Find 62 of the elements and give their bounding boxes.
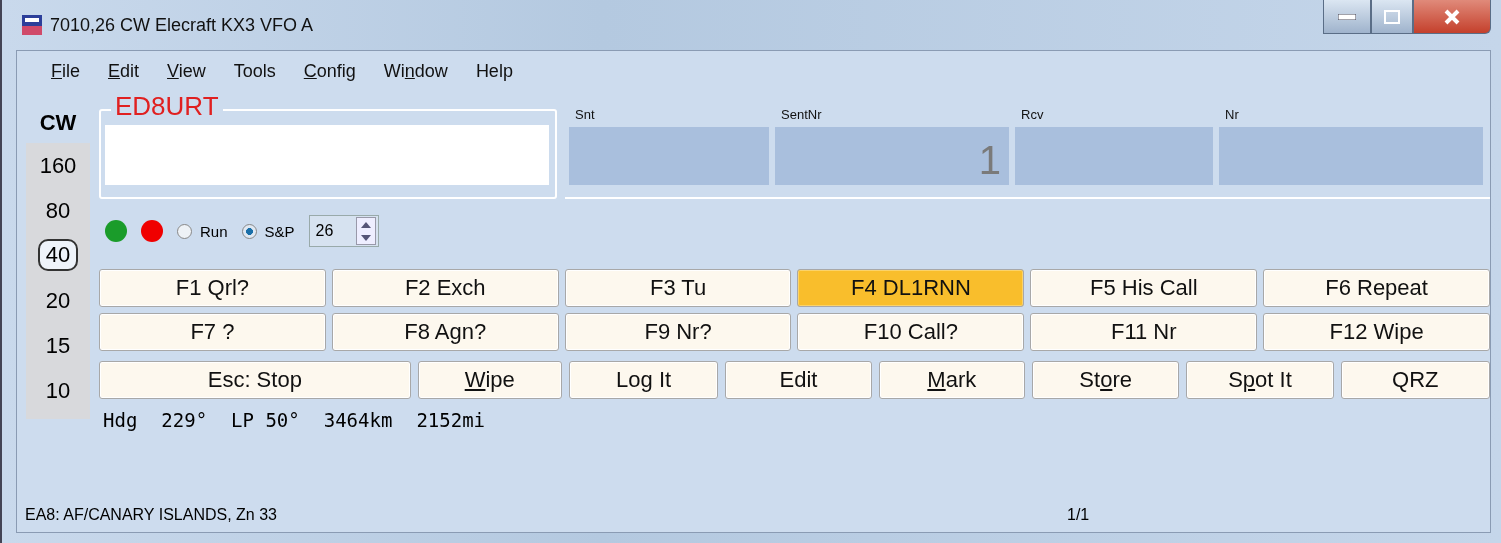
- info-text: LP 50°: [231, 409, 300, 431]
- function-key-button[interactable]: F6 Repeat: [1263, 269, 1490, 307]
- menu-item[interactable]: Edit: [94, 60, 154, 82]
- action-button[interactable]: Spot It: [1186, 361, 1334, 399]
- function-key-button[interactable]: F2 Exch: [331, 269, 559, 307]
- window-title: 7010,26 CW Elecraft KX3 VFO A: [50, 14, 314, 36]
- app-logo-icon: [22, 15, 42, 35]
- info-text: 2152mi: [416, 409, 485, 431]
- info-text: Hdg: [103, 409, 138, 431]
- minimize-icon: [1338, 13, 1356, 20]
- action-button[interactable]: QRZ: [1340, 361, 1490, 399]
- exchange-field[interactable]: [569, 127, 769, 185]
- radio-button[interactable]: [177, 223, 192, 239]
- call-input-field[interactable]: [105, 125, 549, 185]
- close-icon: [1443, 8, 1461, 25]
- info-text: 229°: [161, 409, 208, 431]
- number-spinner[interactable]: 26: [308, 215, 379, 247]
- radio-label: S&P: [264, 222, 295, 240]
- function-key-button[interactable]: F11 Nr: [1030, 313, 1258, 351]
- field-label: Nr: [1224, 105, 1240, 124]
- field-label: Snt: [574, 105, 596, 124]
- action-button[interactable]: Store: [1031, 361, 1180, 399]
- action-button[interactable]: Mark: [878, 361, 1025, 399]
- radio-label: Run: [200, 222, 228, 240]
- menu-item[interactable]: Window: [369, 60, 462, 82]
- band-item[interactable]: 80: [39, 188, 77, 233]
- function-key-button[interactable]: F10 Call?: [797, 313, 1025, 351]
- exchange-field[interactable]: [1219, 127, 1483, 185]
- menu-item[interactable]: File: [37, 60, 94, 82]
- band-item[interactable]: 20: [39, 278, 77, 323]
- function-key-button[interactable]: F9 Nr?: [564, 313, 792, 351]
- info-text: 3464km: [323, 409, 393, 431]
- radio-button[interactable]: [241, 223, 257, 239]
- field-label: SentNr: [780, 105, 823, 124]
- maximize-button[interactable]: [1371, 0, 1413, 34]
- function-key-button[interactable]: F4 DL1RNN: [797, 269, 1025, 307]
- menu-item[interactable]: Tools: [219, 60, 290, 82]
- exchange-field[interactable]: [1015, 127, 1213, 185]
- function-key-button[interactable]: F1 Qrl?: [99, 269, 326, 307]
- band-item[interactable]: 160: [33, 143, 83, 188]
- field-label: Rcv: [1020, 105, 1045, 124]
- maximize-icon: [1384, 9, 1400, 24]
- action-button[interactable]: Log It: [568, 361, 719, 399]
- action-button[interactable]: Wipe: [417, 361, 562, 399]
- function-key-button[interactable]: F8 Agn?: [331, 313, 559, 351]
- close-button[interactable]: [1413, 0, 1491, 34]
- status-page-text: 1/1: [1067, 506, 1090, 524]
- function-key-button[interactable]: F12 Wipe: [1263, 313, 1490, 351]
- action-button[interactable]: Edit: [725, 361, 872, 399]
- band-item[interactable]: 40: [37, 239, 79, 271]
- function-key-button[interactable]: F7 ?: [99, 313, 326, 351]
- band-item[interactable]: 15: [39, 323, 77, 368]
- mode-label: CW: [39, 109, 77, 137]
- function-key-button[interactable]: F5 His Call: [1030, 269, 1258, 307]
- function-key-button[interactable]: F3 Tu: [564, 269, 792, 307]
- minimize-button[interactable]: [1323, 0, 1371, 34]
- menu-item[interactable]: View: [153, 60, 220, 82]
- band-item[interactable]: 10: [39, 368, 77, 413]
- action-button[interactable]: Esc: Stop: [99, 361, 411, 399]
- status-text: EA8: AF/CANARY ISLANDS, Zn 33: [25, 506, 277, 524]
- menu-item[interactable]: Help: [461, 60, 527, 82]
- menu-item[interactable]: Config: [289, 60, 370, 82]
